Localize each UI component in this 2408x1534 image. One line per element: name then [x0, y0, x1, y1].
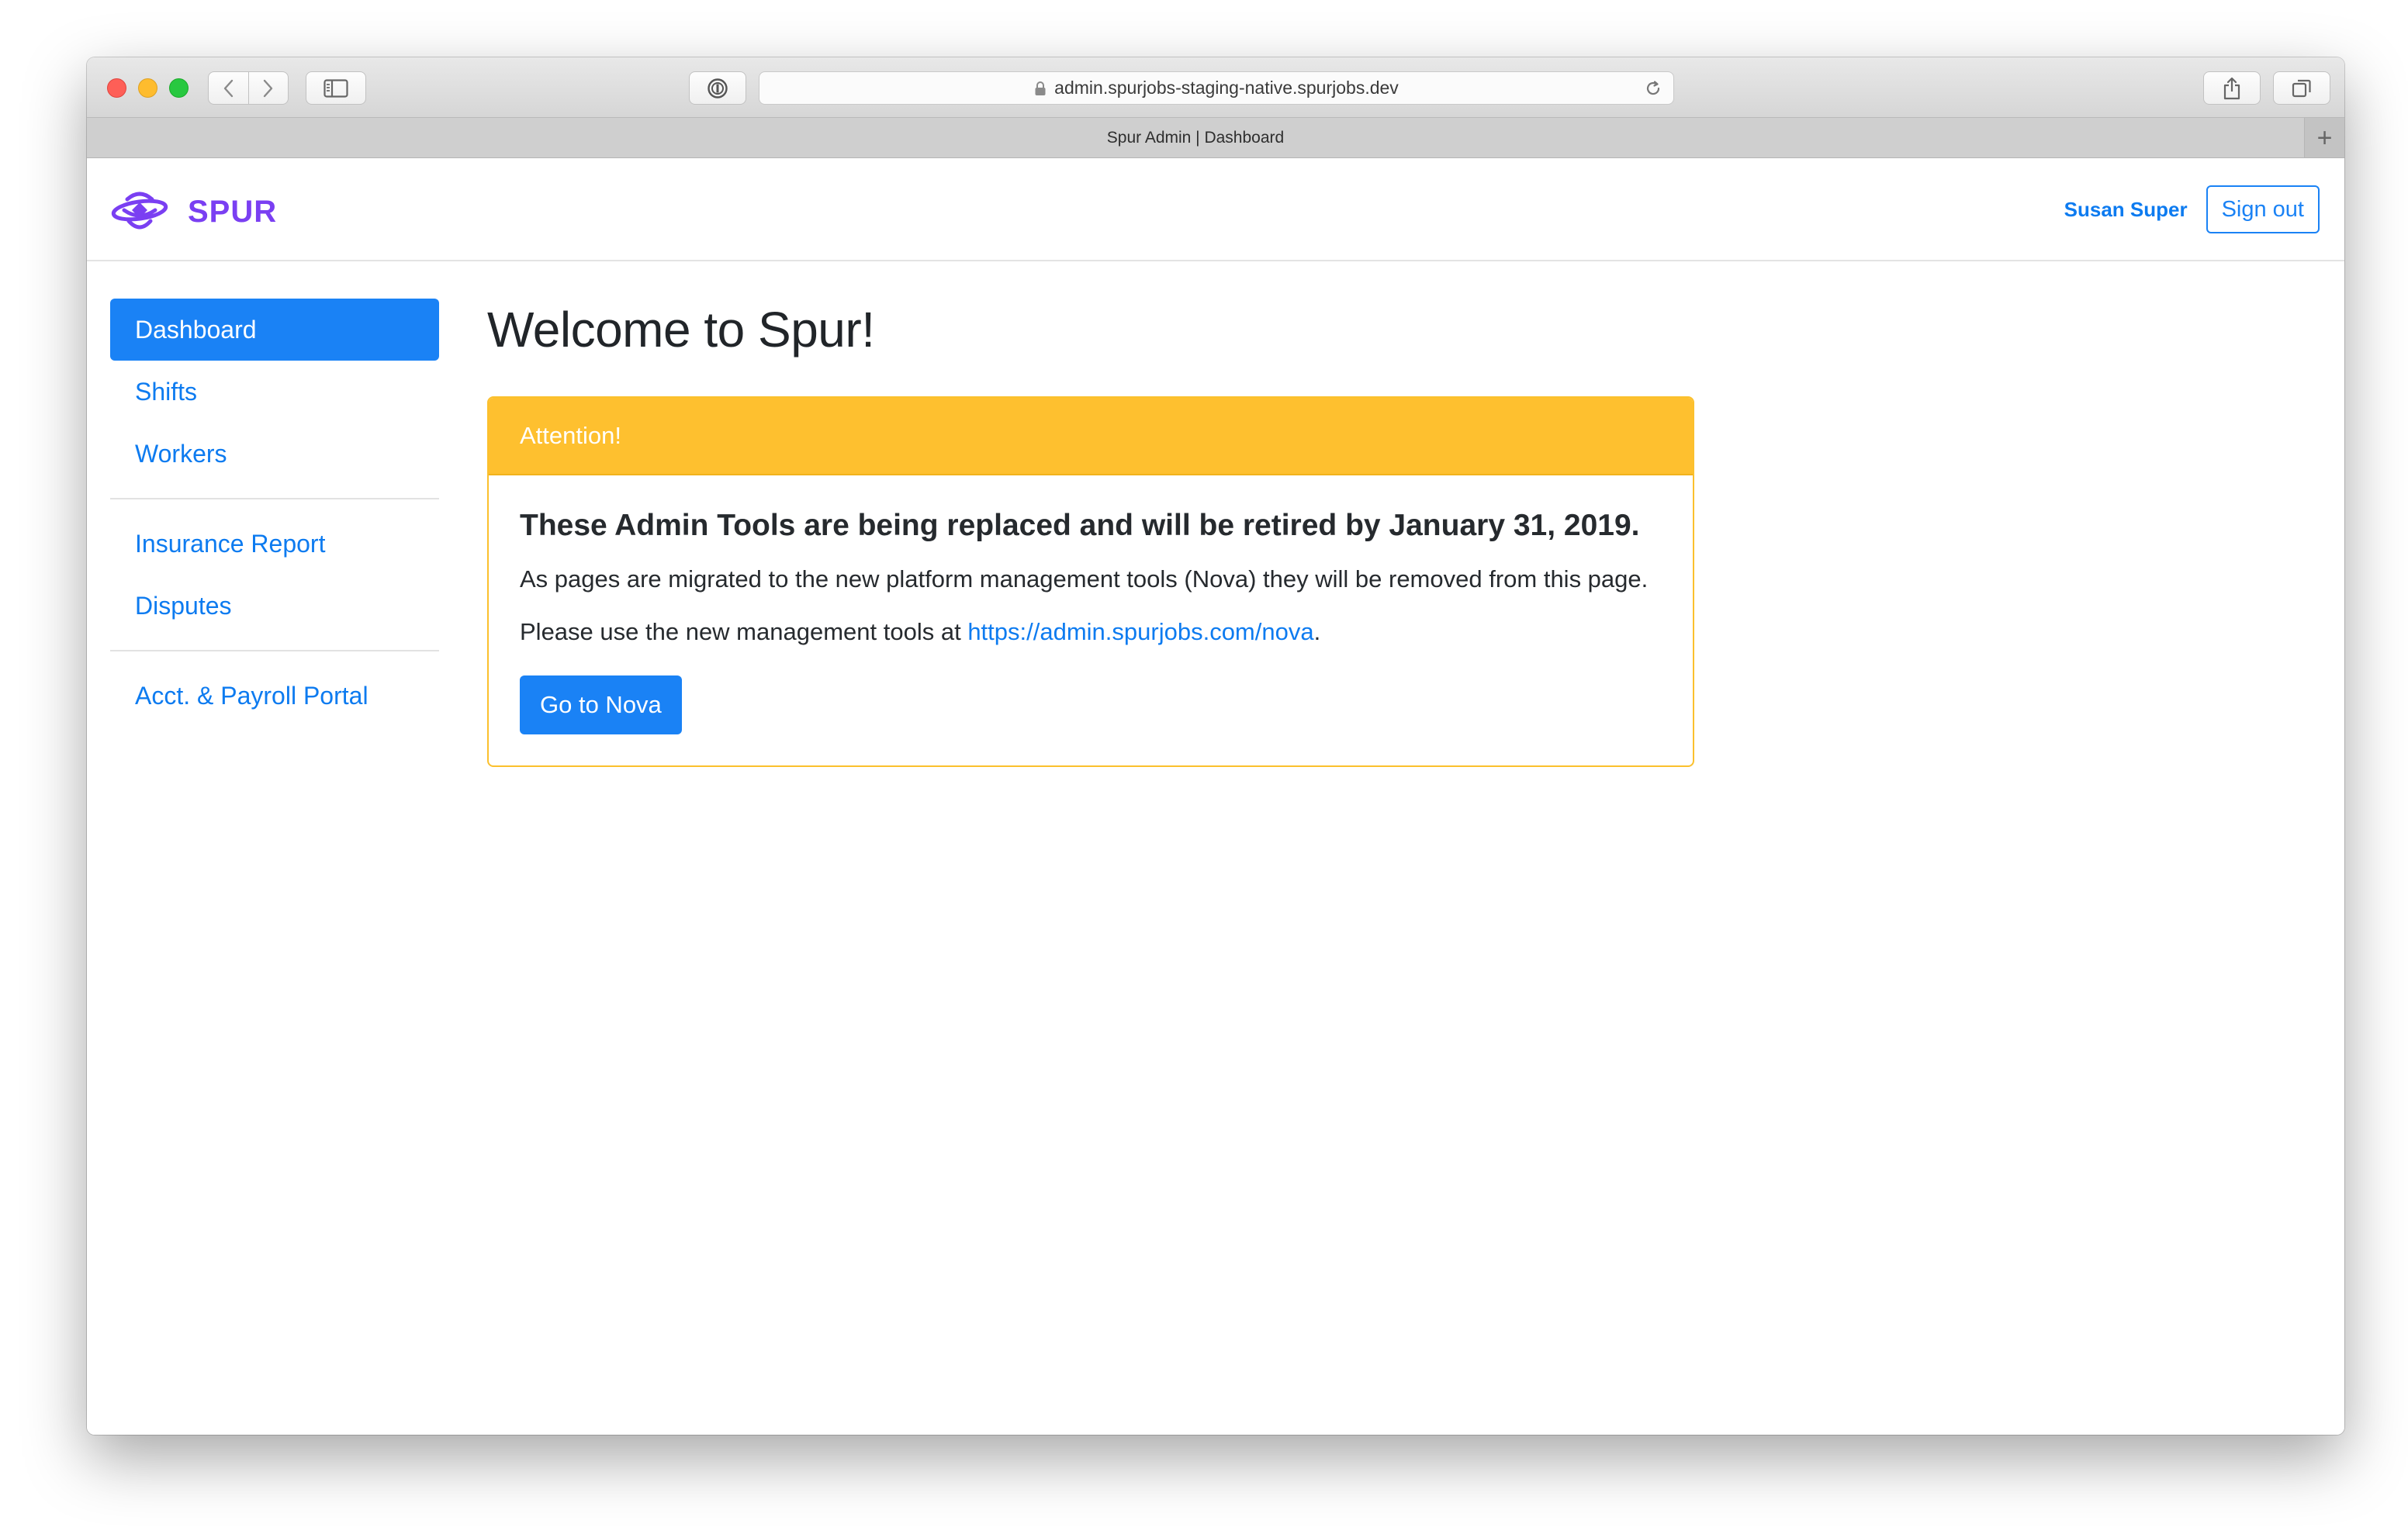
zoom-window-button[interactable]: [169, 78, 189, 98]
history-nav: [208, 71, 289, 105]
sign-out-button[interactable]: Sign out: [2206, 185, 2320, 233]
current-user-link[interactable]: Susan Super: [2064, 198, 2188, 222]
nova-instructions-suffix: .: [1313, 618, 1321, 645]
sidebar-divider: [110, 498, 439, 499]
new-tab-button[interactable]: +: [2304, 118, 2344, 157]
sidebar-nav: Dashboard Shifts Workers Insurance Repor…: [110, 299, 439, 727]
web-page: SPUR Susan Super Sign out Dashboard Shif…: [87, 159, 2344, 1435]
migration-notice: As pages are migrated to the new platfor…: [520, 565, 1649, 593]
share-icon: [2223, 77, 2240, 99]
sidebar-item-disputes[interactable]: Disputes: [110, 575, 439, 637]
password-manager-icon: [708, 78, 728, 98]
browser-toolbar: admin.spurjobs-staging-native.spurjobs.d…: [87, 57, 2344, 118]
browser-window: admin.spurjobs-staging-native.spurjobs.d…: [87, 57, 2344, 1435]
share-button[interactable]: [2203, 71, 2261, 105]
minimize-window-button[interactable]: [138, 78, 157, 98]
chevron-right-icon: [263, 79, 273, 97]
lock-icon: [1035, 81, 1046, 95]
active-tab[interactable]: Spur Admin | Dashboard: [87, 118, 2304, 157]
nova-link[interactable]: https://admin.spurjobs.com/nova: [967, 618, 1313, 645]
attention-card: Attention! These Admin Tools are being r…: [487, 396, 1694, 767]
password-manager-button[interactable]: [689, 71, 746, 105]
brand-link[interactable]: SPUR: [110, 187, 277, 237]
sidebar-divider: [110, 650, 439, 651]
tab-overview-icon: [2292, 79, 2311, 97]
nova-instructions-prefix: Please use the new management tools at: [520, 618, 968, 645]
forward-button[interactable]: [247, 72, 288, 104]
page-title: Welcome to Spur!: [487, 302, 875, 358]
attention-card-title: These Admin Tools are being replaced and…: [520, 509, 1640, 542]
attention-card-body: These Admin Tools are being replaced and…: [489, 475, 1693, 765]
plus-icon: +: [2316, 123, 2333, 153]
go-to-nova-button[interactable]: Go to Nova: [520, 675, 682, 734]
address-bar-url: admin.spurjobs-staging-native.spurjobs.d…: [1054, 78, 1399, 98]
spur-logo-icon: [111, 192, 168, 230]
attention-card-header: Attention!: [489, 398, 1693, 475]
brand-name: SPUR: [188, 194, 278, 229]
nova-instructions: Please use the new management tools at h…: [520, 613, 1662, 651]
back-button[interactable]: [209, 72, 248, 104]
address-bar[interactable]: admin.spurjobs-staging-native.spurjobs.d…: [759, 71, 1674, 105]
sidebar-item-workers[interactable]: Workers: [110, 423, 439, 485]
main-content: Welcome to Spur! Attention! These Admin …: [487, 299, 1694, 767]
sidebar-toggle-button[interactable]: [306, 71, 366, 105]
chevron-left-icon: [224, 79, 234, 97]
tab-title: Spur Admin | Dashboard: [1106, 128, 1285, 147]
reload-icon[interactable]: [1644, 79, 1662, 98]
sidebar-item-shifts[interactable]: Shifts: [110, 361, 439, 423]
tab-strip: Spur Admin | Dashboard +: [87, 118, 2344, 158]
user-menu: Susan Super Sign out: [2064, 185, 2320, 233]
sidebar-item-payroll-portal[interactable]: Acct. & Payroll Portal: [110, 665, 439, 727]
sidebar-item-insurance-report[interactable]: Insurance Report: [110, 513, 439, 575]
app-header: SPUR Susan Super Sign out: [87, 159, 2344, 261]
sidebar-icon: [323, 78, 348, 98]
tab-overview-button[interactable]: [2273, 71, 2330, 105]
sidebar-item-dashboard[interactable]: Dashboard: [110, 299, 439, 361]
close-window-button[interactable]: [107, 78, 126, 98]
